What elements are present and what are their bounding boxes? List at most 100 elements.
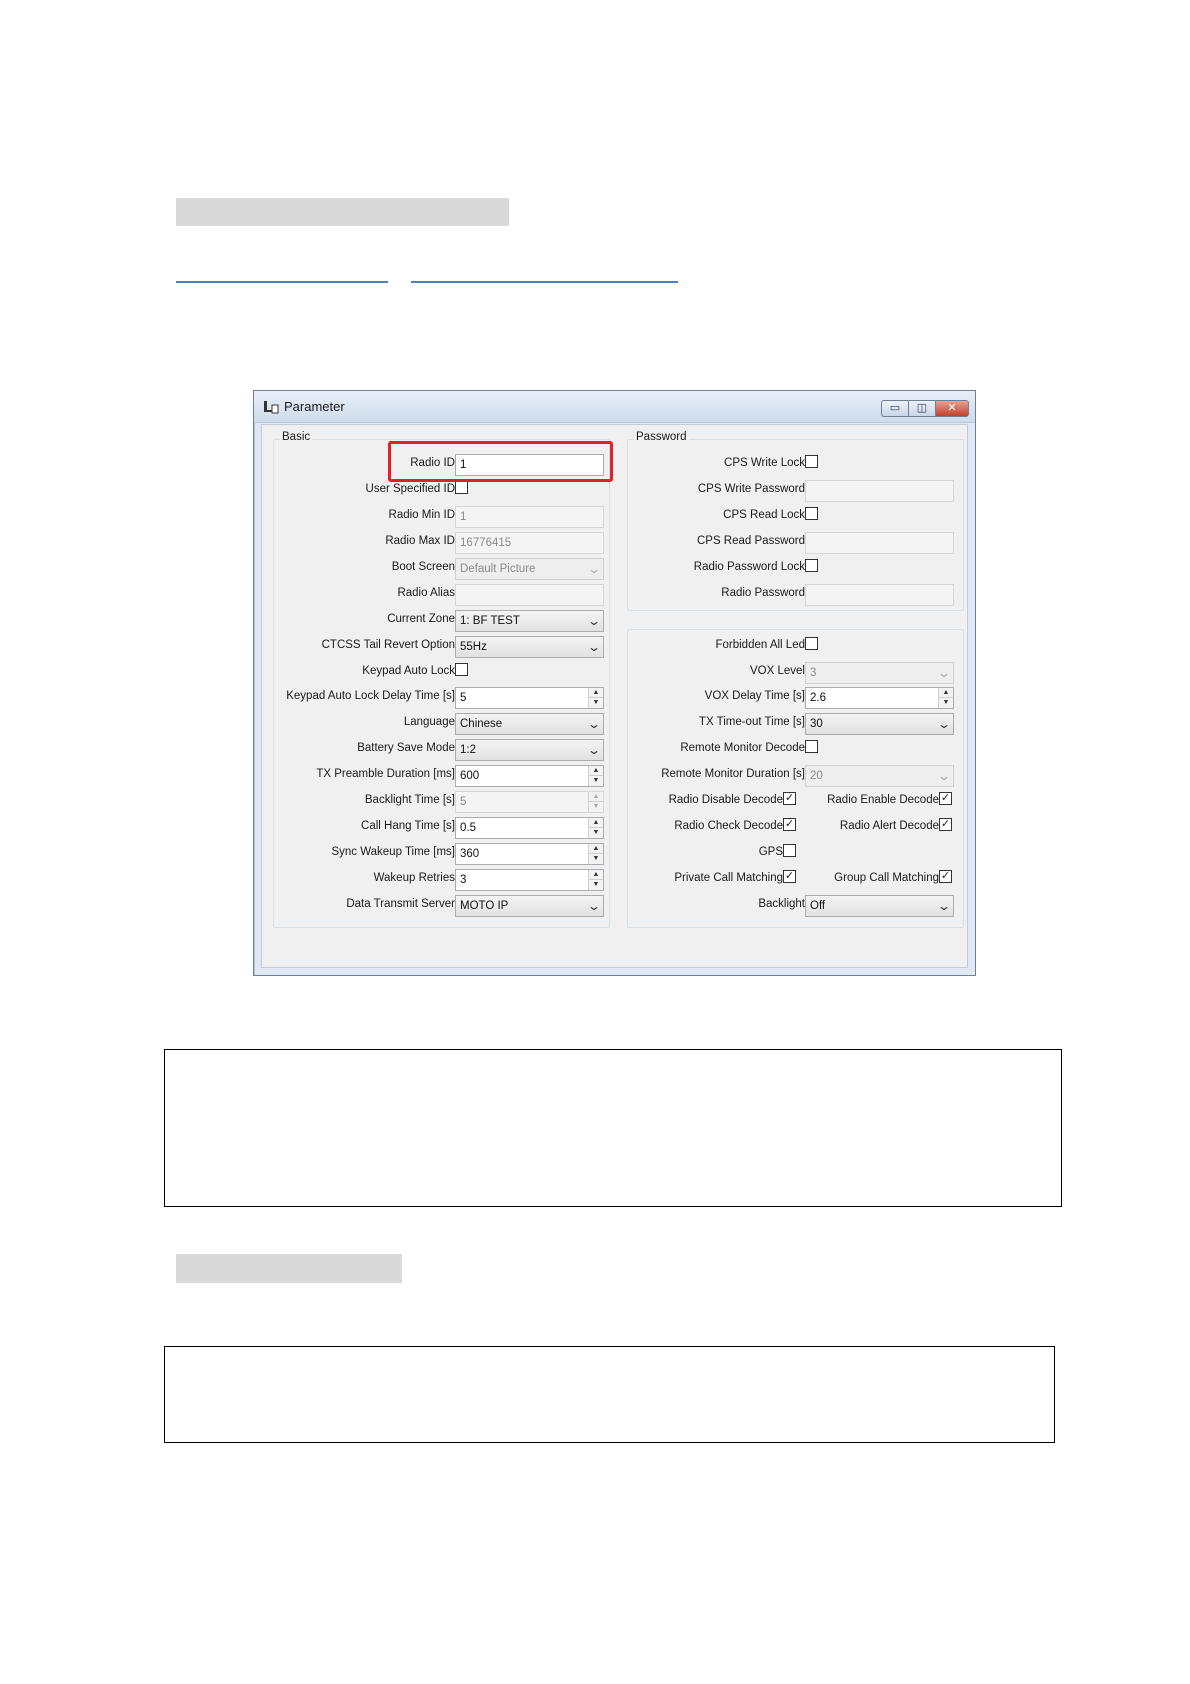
private-call-matching-checkbox[interactable]: ✓ bbox=[783, 870, 796, 883]
cps-write-password-input bbox=[805, 480, 954, 502]
chevron-down-icon: ⌄ bbox=[586, 640, 602, 654]
call-hang-spinner[interactable]: 0.5 ▲ ▼ bbox=[455, 817, 604, 839]
data-server-label: Data Transmit Server bbox=[346, 898, 455, 910]
chevron-down-icon: ⌄ bbox=[936, 899, 952, 913]
tx-timeout-label: TX Time-out Time [s] bbox=[698, 716, 805, 728]
radio-max-id-label: Radio Max ID bbox=[385, 535, 455, 547]
radio-check-decode-checkbox[interactable]: ✓ bbox=[783, 818, 796, 831]
remote-monitor-decode-label: Remote Monitor Decode bbox=[680, 742, 805, 754]
keypad-lock-delay-spinner[interactable]: 5 ▲ ▼ bbox=[455, 687, 604, 709]
spin-down-icon[interactable]: ▼ bbox=[589, 854, 603, 864]
group-call-matching-label: Group Call Matching bbox=[834, 872, 939, 884]
private-call-matching-label: Private Call Matching bbox=[674, 872, 783, 884]
sync-wakeup-value: 360 bbox=[460, 848, 480, 860]
radio-alert-decode-label: Radio Alert Decode bbox=[839, 820, 939, 832]
backlight-label: Backlight bbox=[758, 898, 805, 910]
group-call-matching-checkbox[interactable]: ✓ bbox=[939, 870, 952, 883]
spin-up-icon[interactable]: ▲ bbox=[589, 688, 603, 698]
radio-enable-decode-label: Radio Enable Decode bbox=[827, 794, 939, 806]
chevron-down-icon: ⌄ bbox=[586, 562, 602, 576]
radio-alert-decode-checkbox[interactable]: ✓ bbox=[939, 818, 952, 831]
radio-alias-input bbox=[455, 584, 604, 606]
spin-up-icon[interactable]: ▲ bbox=[589, 766, 603, 776]
app-icon bbox=[264, 401, 279, 414]
note-box-1 bbox=[164, 1049, 1062, 1207]
tx-timeout-dropdown[interactable]: 30 ⌄ bbox=[805, 713, 954, 735]
radio-password-lock-checkbox[interactable] bbox=[805, 559, 818, 572]
heading-redacted-1 bbox=[176, 198, 509, 226]
gps-checkbox[interactable] bbox=[783, 844, 796, 857]
cps-read-password-label: CPS Read Password bbox=[696, 535, 805, 547]
radio-password-input bbox=[805, 584, 954, 606]
tx-timeout-value: 30 bbox=[810, 718, 823, 730]
sync-wakeup-spinner[interactable]: 360 ▲ ▼ bbox=[455, 843, 604, 865]
user-specified-id-checkbox[interactable] bbox=[455, 481, 468, 494]
sync-wakeup-label: Sync Wakeup Time [ms] bbox=[331, 846, 455, 858]
language-label: Language bbox=[403, 716, 455, 728]
radio-password-lock-label: Radio Password Lock bbox=[693, 561, 805, 573]
keypad-auto-lock-checkbox[interactable] bbox=[455, 663, 468, 676]
link-underline-1[interactable] bbox=[176, 281, 388, 283]
chevron-down-icon: ⌄ bbox=[936, 666, 952, 680]
language-dropdown[interactable]: Chinese ⌄ bbox=[455, 713, 604, 735]
data-server-value: MOTO IP bbox=[460, 900, 509, 912]
battery-save-dropdown[interactable]: 1:2 ⌄ bbox=[455, 739, 604, 761]
spin-down-icon[interactable]: ▼ bbox=[939, 698, 953, 708]
spin-up-icon[interactable]: ▲ bbox=[589, 818, 603, 828]
spin-down-icon[interactable]: ▼ bbox=[589, 880, 603, 890]
wakeup-retries-spinner[interactable]: 3 ▲ ▼ bbox=[455, 869, 604, 891]
parameter-window: Parameter ▭ ◫ ✕ Basic Password Radio ID … bbox=[253, 390, 976, 976]
call-hang-label: Call Hang Time [s] bbox=[361, 820, 455, 832]
spin-up-icon[interactable]: ▲ bbox=[939, 688, 953, 698]
minimize-button[interactable]: ▭ bbox=[881, 400, 908, 417]
forbidden-all-led-label: Forbidden All Led bbox=[715, 639, 805, 651]
data-server-dropdown[interactable]: MOTO IP ⌄ bbox=[455, 895, 604, 917]
heading-redacted-2 bbox=[176, 1254, 402, 1283]
gps-label: GPS bbox=[758, 846, 783, 858]
close-button[interactable]: ✕ bbox=[935, 400, 969, 417]
vox-delay-spinner[interactable]: 2.6 ▲ ▼ bbox=[805, 687, 954, 709]
cps-read-password-input bbox=[805, 532, 954, 554]
wakeup-retries-value: 3 bbox=[460, 874, 467, 886]
tx-preamble-spinner[interactable]: 600 ▲ ▼ bbox=[455, 765, 604, 787]
password-group-label: Password bbox=[634, 431, 689, 443]
spin-up-icon[interactable]: ▲ bbox=[589, 870, 603, 880]
chevron-down-icon: ⌄ bbox=[586, 614, 602, 628]
chevron-down-icon: ⌄ bbox=[936, 769, 952, 783]
remote-monitor-duration-dropdown: 20 ⌄ bbox=[805, 765, 954, 787]
battery-save-label: Battery Save Mode bbox=[357, 742, 455, 754]
cps-write-lock-label: CPS Write Lock bbox=[724, 457, 805, 469]
backlight-dropdown[interactable]: Off ⌄ bbox=[805, 895, 954, 917]
radio-disable-decode-checkbox[interactable]: ✓ bbox=[783, 792, 796, 805]
spin-down-icon[interactable]: ▼ bbox=[589, 698, 603, 708]
tx-preamble-value: 600 bbox=[460, 770, 480, 782]
backlight-time-label: Backlight Time [s] bbox=[364, 794, 455, 806]
vox-level-dropdown: 3 ⌄ bbox=[805, 662, 954, 684]
forbidden-all-led-checkbox[interactable] bbox=[805, 637, 818, 650]
cps-write-lock-checkbox[interactable] bbox=[805, 455, 818, 468]
link-underline-2[interactable] bbox=[411, 281, 678, 283]
chevron-down-icon: ⌄ bbox=[586, 717, 602, 731]
cps-read-lock-label: CPS Read Lock bbox=[723, 509, 805, 521]
language-value: Chinese bbox=[460, 718, 503, 730]
cps-read-lock-checkbox[interactable] bbox=[805, 507, 818, 520]
user-specified-id-label: User Specified ID bbox=[365, 483, 455, 495]
keypad-lock-delay-label: Keypad Auto Lock Delay Time [s] bbox=[286, 690, 455, 702]
window-controls: ▭ ◫ ✕ bbox=[881, 400, 969, 417]
spin-down-icon: ▼ bbox=[589, 802, 603, 812]
chevron-down-icon: ⌄ bbox=[586, 899, 602, 913]
current-zone-dropdown[interactable]: 1: BF TEST ⌄ bbox=[455, 610, 604, 632]
call-hang-value: 0.5 bbox=[460, 822, 476, 834]
window-client-area: Basic Password Radio ID 1 User Specified… bbox=[261, 424, 968, 968]
battery-save-value: 1:2 bbox=[460, 744, 476, 756]
spin-up-icon[interactable]: ▲ bbox=[589, 844, 603, 854]
radio-enable-decode-checkbox[interactable]: ✓ bbox=[939, 792, 952, 805]
remote-monitor-decode-checkbox[interactable] bbox=[805, 740, 818, 753]
radio-disable-decode-label: Radio Disable Decode bbox=[668, 794, 783, 806]
ctcss-tail-dropdown[interactable]: 55Hz ⌄ bbox=[455, 636, 604, 658]
spin-down-icon[interactable]: ▼ bbox=[589, 828, 603, 838]
maximize-button[interactable]: ◫ bbox=[908, 400, 935, 417]
tx-preamble-label: TX Preamble Duration [ms] bbox=[316, 768, 455, 780]
spin-down-icon[interactable]: ▼ bbox=[589, 776, 603, 786]
basic-group-label: Basic bbox=[280, 431, 313, 443]
